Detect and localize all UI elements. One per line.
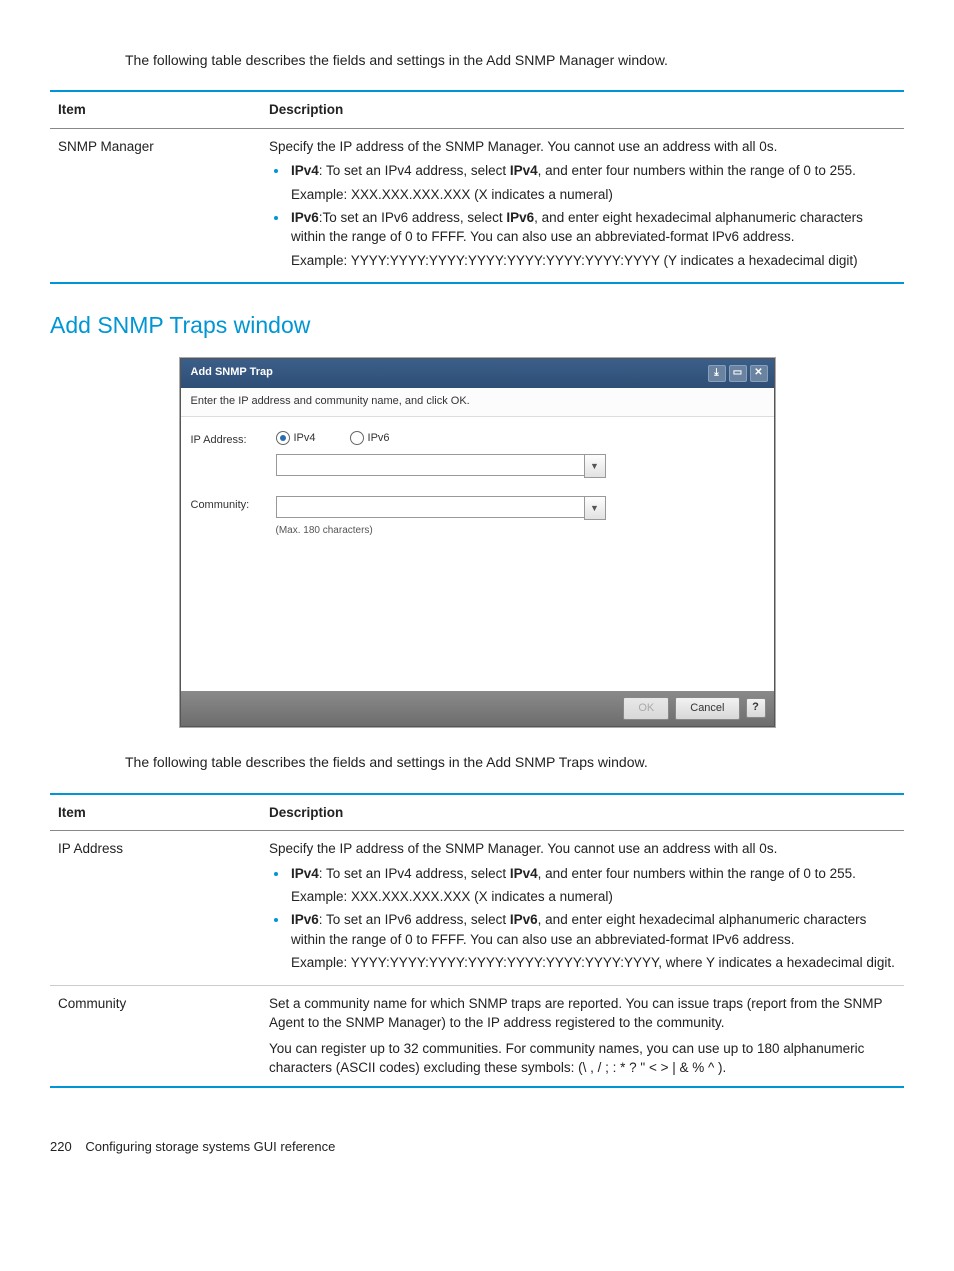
chapter-title: Configuring storage systems GUI referenc… (85, 1139, 335, 1154)
ok-button[interactable]: OK (623, 697, 669, 721)
table-snmp-traps: Item Description IP Address Specify the … (50, 793, 904, 1088)
dialog-title: Add SNMP Trap (191, 365, 273, 381)
page-footer: 220 Configuring storage systems GUI refe… (50, 1138, 904, 1157)
cell-desc: Specify the IP address of the SNMP Manag… (261, 831, 904, 985)
ipv6-bullet: IPv6: To set an IPv6 address, select IPv… (289, 909, 896, 973)
maximize-icon[interactable]: ▭ (729, 365, 747, 382)
ipv4-example: Example: XXX.XXX.XXX.XXX (X indicates a … (291, 185, 896, 205)
cell-item: SNMP Manager (50, 128, 261, 283)
ipv6-bullet: IPv6:To set an IPv6 address, select IPv6… (289, 207, 896, 271)
ipv6-radio[interactable]: IPv6 (350, 431, 390, 447)
radio-unselected-icon (350, 431, 364, 445)
cell-desc: Specify the IP address of the SNMP Manag… (261, 128, 904, 283)
chevron-down-icon[interactable]: ▼ (584, 454, 606, 478)
ip-address-combo[interactable]: ▼ (276, 454, 606, 478)
ip-address-input[interactable] (276, 454, 584, 476)
community-input[interactable] (276, 496, 584, 518)
community-hint: (Max. 180 characters) (276, 524, 764, 539)
cell-desc: Set a community name for which SNMP trap… (261, 985, 904, 1087)
community-desc-1: Set a community name for which SNMP trap… (269, 994, 896, 1033)
community-combo[interactable]: ▼ (276, 496, 606, 520)
ipv4-bullet: IPv4: To set an IPv4 address, select IPv… (289, 160, 896, 204)
table-row: IP Address Specify the IP address of the… (50, 831, 904, 985)
community-label: Community: (191, 496, 276, 514)
table-snmp-manager: Item Description SNMP Manager Specify th… (50, 90, 904, 284)
cell-item: Community (50, 985, 261, 1087)
ipv4-bullet: IPv4: To set an IPv4 address, select IPv… (289, 863, 896, 907)
ipv4-example: Example: XXX.XXX.XXX.XXX (X indicates a … (291, 887, 896, 907)
th-item: Item (50, 794, 261, 831)
close-icon[interactable]: ✕ (750, 365, 768, 382)
section-heading: Add SNMP Traps window (50, 309, 904, 342)
add-snmp-trap-dialog: Add SNMP Trap ⤓ ▭ ✕ Enter the IP address… (180, 358, 775, 728)
ipv4-radio[interactable]: IPv4 (276, 431, 316, 447)
community-desc-2: You can register up to 32 communities. F… (269, 1039, 896, 1078)
ip-address-label: IP Address: (191, 431, 276, 449)
th-item: Item (50, 91, 261, 128)
table-row: SNMP Manager Specify the IP address of t… (50, 128, 904, 283)
intro-text-1: The following table describes the fields… (125, 50, 904, 70)
cancel-button[interactable]: Cancel (675, 697, 739, 721)
th-desc: Description (261, 91, 904, 128)
cell-item: IP Address (50, 831, 261, 985)
desc-intro: Specify the IP address of the SNMP Manag… (269, 839, 896, 859)
intro-text-2: The following table describes the fields… (125, 752, 904, 772)
dialog-subtitle: Enter the IP address and community name,… (181, 388, 774, 417)
restore-icon[interactable]: ⤓ (708, 365, 726, 382)
page-number: 220 (50, 1138, 72, 1157)
chevron-down-icon[interactable]: ▼ (584, 496, 606, 520)
table-row: Community Set a community name for which… (50, 985, 904, 1087)
radio-selected-icon (276, 431, 290, 445)
desc-intro: Specify the IP address of the SNMP Manag… (269, 137, 896, 157)
ipv6-example: Example: YYYY:YYYY:YYYY:YYYY:YYYY:YYYY:Y… (291, 953, 896, 973)
th-desc: Description (261, 794, 904, 831)
ipv6-example: Example: YYYY:YYYY:YYYY:YYYY:YYYY:YYYY:Y… (291, 251, 896, 271)
help-button[interactable]: ? (746, 698, 766, 718)
